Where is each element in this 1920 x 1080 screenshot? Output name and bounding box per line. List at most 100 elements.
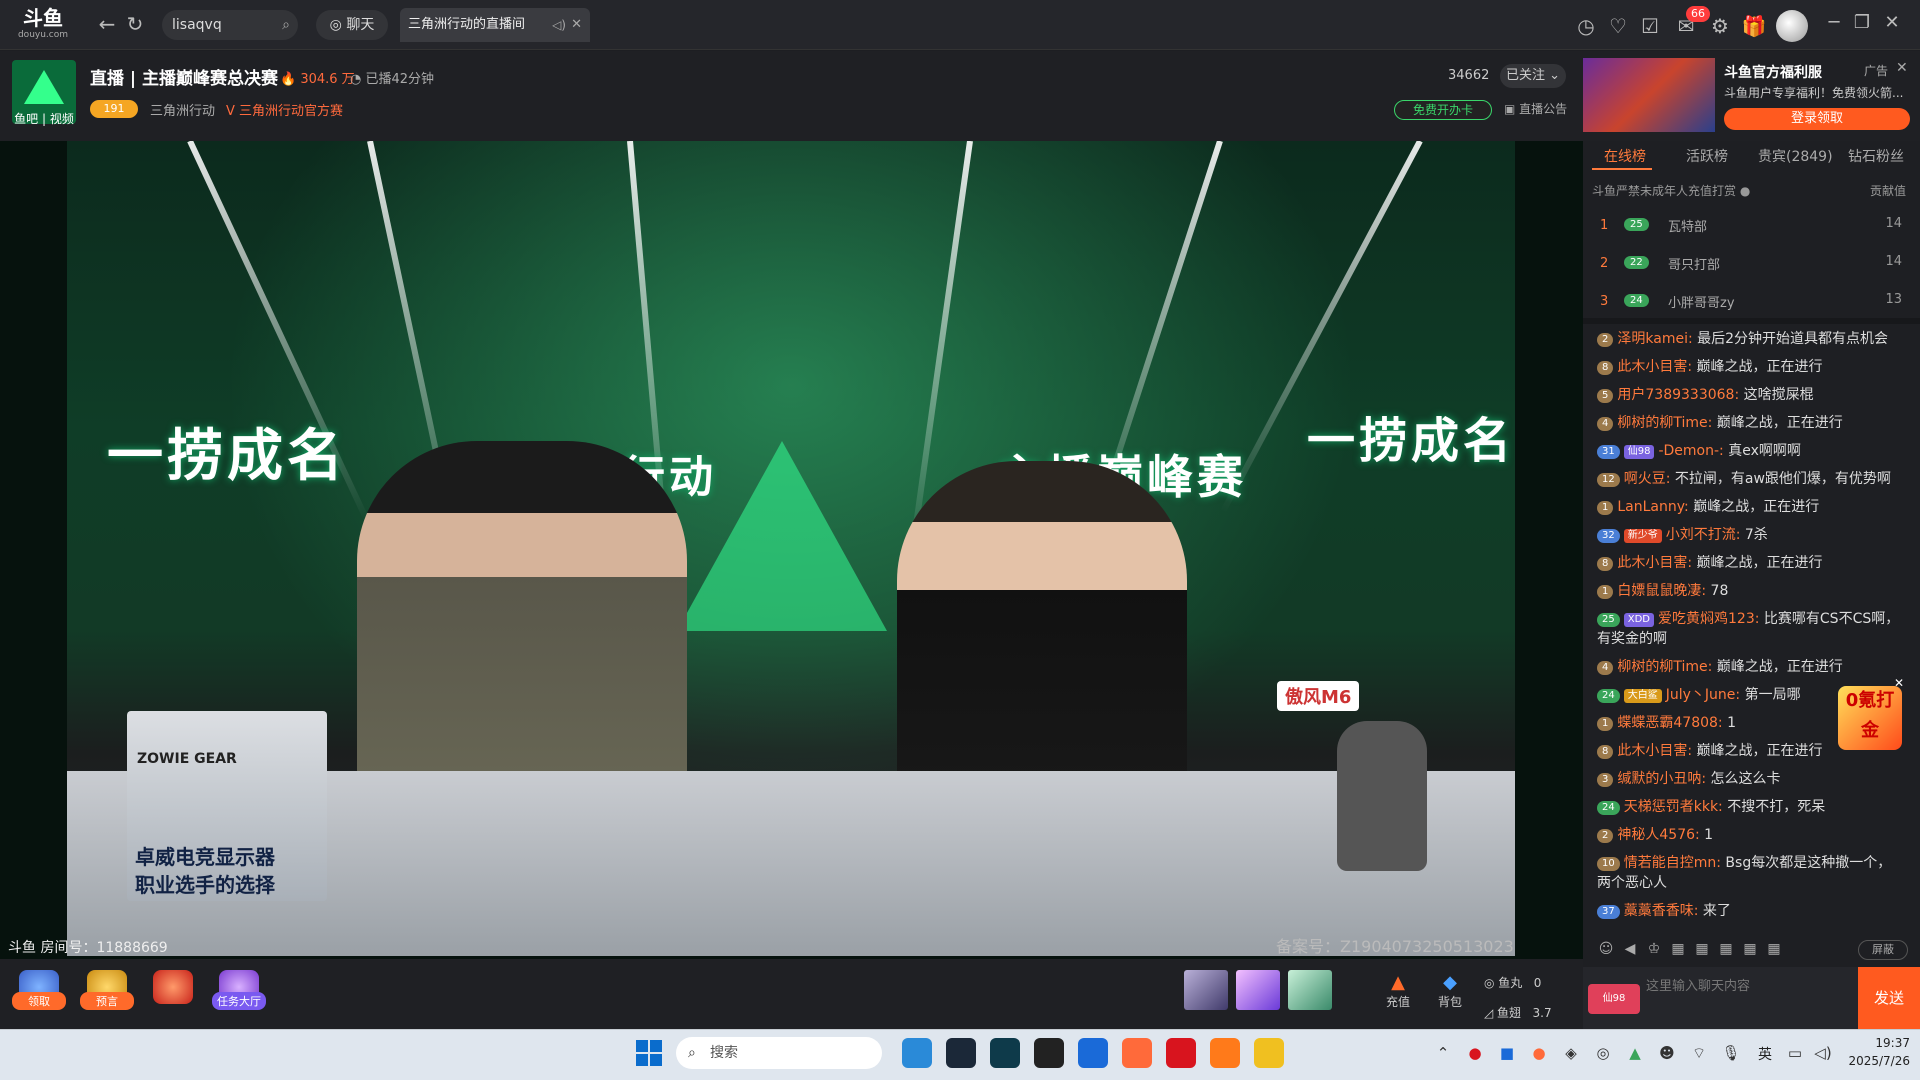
tray-app-icon[interactable]: ☻ bbox=[1656, 1044, 1678, 1062]
float-ad-close-icon[interactable]: ✕ bbox=[1894, 676, 1904, 690]
chat-username[interactable]: 用户7389333068: bbox=[1617, 387, 1739, 403]
chat-username[interactable]: LanLanny: bbox=[1617, 499, 1688, 515]
gift-icon[interactable]: 🎁 bbox=[1740, 12, 1768, 40]
volume-icon[interactable]: ◁) bbox=[552, 8, 566, 42]
chat-username[interactable]: 小刘不打流: bbox=[1666, 527, 1741, 543]
app-icon[interactable] bbox=[1034, 1038, 1064, 1068]
steam-icon[interactable] bbox=[946, 1038, 976, 1068]
chat-message[interactable]: 12 啊火豆: 不拉闸，有aw跟他们爆，有优势啊 bbox=[1583, 465, 1913, 493]
tool-1-icon[interactable]: ▦ bbox=[1669, 941, 1687, 959]
tool-3-icon[interactable]: ▦ bbox=[1717, 941, 1735, 959]
edge-icon[interactable] bbox=[902, 1038, 932, 1068]
claim-tool[interactable]: 领取 bbox=[12, 970, 66, 1020]
tab-online-rank[interactable]: 在线榜 bbox=[1604, 146, 1646, 166]
room-tab[interactable]: 三角洲行动的直播间 ◁) ✕ bbox=[400, 8, 590, 42]
video-frame[interactable]: 一捞成名 三角洲行动 主播巅峰赛 一捞成名 ZOWIE GEAR 卓威电竞显示器… bbox=[67, 141, 1515, 956]
taskbar-date[interactable]: 2025/7/26 bbox=[1840, 1054, 1910, 1068]
gift-thumb-1[interactable] bbox=[1184, 970, 1228, 1010]
history-icon[interactable]: ◷ bbox=[1572, 12, 1600, 40]
app-icon[interactable] bbox=[1122, 1038, 1152, 1068]
tab-vip[interactable]: 贵宾(2849) bbox=[1758, 146, 1833, 166]
close-tab-icon[interactable]: ✕ bbox=[571, 8, 582, 42]
app-icon[interactable] bbox=[1254, 1038, 1284, 1068]
chat-message[interactable]: 37 藁藁香香味: 来了 bbox=[1583, 897, 1913, 925]
chat-tab[interactable]: ◎ 聊天 bbox=[316, 10, 388, 40]
anchor-avatar-label[interactable]: 鱼吧 | 视频 bbox=[12, 110, 76, 127]
chat-username[interactable]: 爱吃黄焖鸡123: bbox=[1658, 611, 1759, 627]
chat-username[interactable]: 情若能自控mn: bbox=[1624, 855, 1721, 871]
chat-username[interactable]: 泽明kamei: bbox=[1617, 331, 1692, 347]
free-card-button[interactable]: 免费开办卡 bbox=[1394, 100, 1492, 120]
chat-username[interactable]: 神秘人4576: bbox=[1617, 827, 1699, 843]
chat-message[interactable]: 1 LanLanny: 巅峰之战，正在进行 bbox=[1583, 493, 1913, 521]
close-window-icon[interactable]: ✕ bbox=[1880, 12, 1904, 33]
task-check-icon[interactable]: ☑ bbox=[1636, 12, 1664, 40]
gift-box-tool[interactable] bbox=[146, 970, 200, 1020]
chat-username[interactable]: 此木小目害: bbox=[1617, 359, 1692, 375]
rank-row[interactable]: 2 22 哥只打部 14 bbox=[1592, 246, 1910, 282]
microphone-icon[interactable]: 🎙 bbox=[1720, 1044, 1742, 1062]
chat-message[interactable]: 4 柳树的柳Time: 巅峰之战，正在进行 bbox=[1583, 409, 1913, 437]
chat-message[interactable]: 2 神秘人4576: 1 bbox=[1583, 821, 1913, 849]
ime-indicator[interactable]: 英 bbox=[1758, 1044, 1772, 1064]
chat-message[interactable]: 25 XDD 爱吃黄焖鸡123: 比赛哪有CS不CS啊，有奖金的啊 bbox=[1583, 605, 1913, 653]
chat-username[interactable]: 天梯惩罚者kkk: bbox=[1624, 799, 1723, 815]
chat-message[interactable]: 32 新少爷 小刘不打流: 7杀 bbox=[1583, 521, 1913, 549]
chat-message[interactable]: 3 缄默的小丑呐: 怎么这么卡 bbox=[1583, 765, 1913, 793]
chat-username[interactable]: 此木小目害: bbox=[1617, 555, 1692, 571]
gift-thumb-2[interactable] bbox=[1236, 970, 1280, 1010]
chat-message[interactable]: 8 此木小目害: 巅峰之战，正在进行 bbox=[1583, 353, 1913, 381]
category-link[interactable]: 三角洲行动 bbox=[150, 100, 215, 119]
tray-app-icon[interactable]: ▲ bbox=[1624, 1044, 1646, 1062]
netease-music-icon[interactable] bbox=[1166, 1038, 1196, 1068]
tool-2-icon[interactable]: ▦ bbox=[1693, 941, 1711, 959]
predict-tool[interactable]: 预言 bbox=[80, 970, 134, 1020]
taskbar-time[interactable]: 19:37 bbox=[1850, 1036, 1910, 1050]
settings-icon[interactable]: ⚙ bbox=[1706, 12, 1734, 40]
tray-chevron-icon[interactable]: ⌃ bbox=[1432, 1044, 1454, 1062]
crown-icon[interactable]: ♔ bbox=[1645, 941, 1663, 959]
tray-app-icon[interactable]: ◎ bbox=[1592, 1044, 1614, 1062]
douyu-logo[interactable]: 斗鱼 douyu.com bbox=[10, 6, 76, 56]
minimize-icon[interactable]: ─ bbox=[1822, 12, 1846, 33]
chat-username[interactable]: 此木小目害: bbox=[1617, 743, 1692, 759]
search-icon[interactable]: ⌕ bbox=[282, 10, 290, 40]
douyu-taskbar-icon[interactable] bbox=[1210, 1038, 1240, 1068]
chat-username[interactable]: -Demon-: bbox=[1658, 443, 1723, 459]
ad-close-icon[interactable]: ✕ bbox=[1896, 60, 1908, 76]
restore-icon[interactable]: ❐ bbox=[1850, 12, 1874, 33]
ad-image[interactable] bbox=[1583, 58, 1715, 132]
chat-message[interactable]: 31 仙98 -Demon-: 真ex啊啊啊 bbox=[1583, 437, 1913, 465]
chat-message[interactable]: 24 天梯惩罚者kkk: 不搜不打，死呆 bbox=[1583, 793, 1913, 821]
ad-claim-button[interactable]: 登录领取 bbox=[1724, 108, 1910, 130]
speaker-icon[interactable]: ◀ bbox=[1621, 941, 1639, 959]
task-hall-tool[interactable]: 任务大厅 bbox=[212, 970, 266, 1020]
app-icon[interactable] bbox=[990, 1038, 1020, 1068]
tab-diamond-fans[interactable]: 钻石粉丝 bbox=[1848, 146, 1904, 166]
chat-message[interactable]: 8 此木小目害: 巅峰之战，正在进行 bbox=[1583, 549, 1913, 577]
official-tag[interactable]: V 三角洲行动官方赛 bbox=[226, 100, 343, 119]
tray-app-icon[interactable]: ● bbox=[1528, 1044, 1550, 1062]
info-icon[interactable]: ● bbox=[1740, 184, 1750, 198]
rank-row[interactable]: 3 24 小胖哥哥zy 13 bbox=[1592, 284, 1910, 320]
network-icon[interactable]: ⌔ bbox=[1688, 1044, 1710, 1063]
user-fan-chip[interactable]: 仙98 bbox=[1588, 984, 1640, 1014]
chat-message-list[interactable]: 2 泽明kamei: 最后2分钟开始道具都有点机会 8 此木小目害: 巅峰之战，正在进… bbox=[1583, 325, 1913, 935]
search-input[interactable]: lisaqvq ⌕ bbox=[162, 10, 298, 40]
tray-app-icon[interactable]: ◈ bbox=[1560, 1044, 1582, 1062]
chat-message[interactable]: 10 情若能自控mn: Bsg每次都是这种撤一个，两个恶心人 bbox=[1583, 849, 1913, 897]
gift-thumb-3[interactable] bbox=[1288, 970, 1332, 1010]
tool-4-icon[interactable]: ▦ bbox=[1741, 941, 1759, 959]
chat-message[interactable]: 1 白嫖鼠鼠晚凄: 78 bbox=[1583, 577, 1913, 605]
taskbar-search[interactable]: ⌕ 搜索 bbox=[676, 1037, 882, 1069]
chat-username[interactable]: 柳树的柳Time: bbox=[1617, 659, 1712, 675]
tray-app-icon[interactable]: ■ bbox=[1496, 1044, 1518, 1062]
chat-username[interactable]: 柳树的柳Time: bbox=[1617, 415, 1712, 431]
chat-username[interactable]: 白嫖鼠鼠晚凄: bbox=[1617, 583, 1706, 599]
chat-message[interactable]: 5 用户7389333068: 这啥搅屎棍 bbox=[1583, 381, 1913, 409]
chat-input[interactable]: 这里输入聊天内容 bbox=[1640, 972, 1850, 1022]
rank-row[interactable]: 1 25 瓦特部 14 bbox=[1592, 208, 1910, 244]
follow-button[interactable]: 已关注 ⌄ bbox=[1500, 64, 1566, 88]
display-icon[interactable]: ▭ bbox=[1784, 1044, 1806, 1062]
tray-app-icon[interactable]: ● bbox=[1464, 1044, 1486, 1062]
